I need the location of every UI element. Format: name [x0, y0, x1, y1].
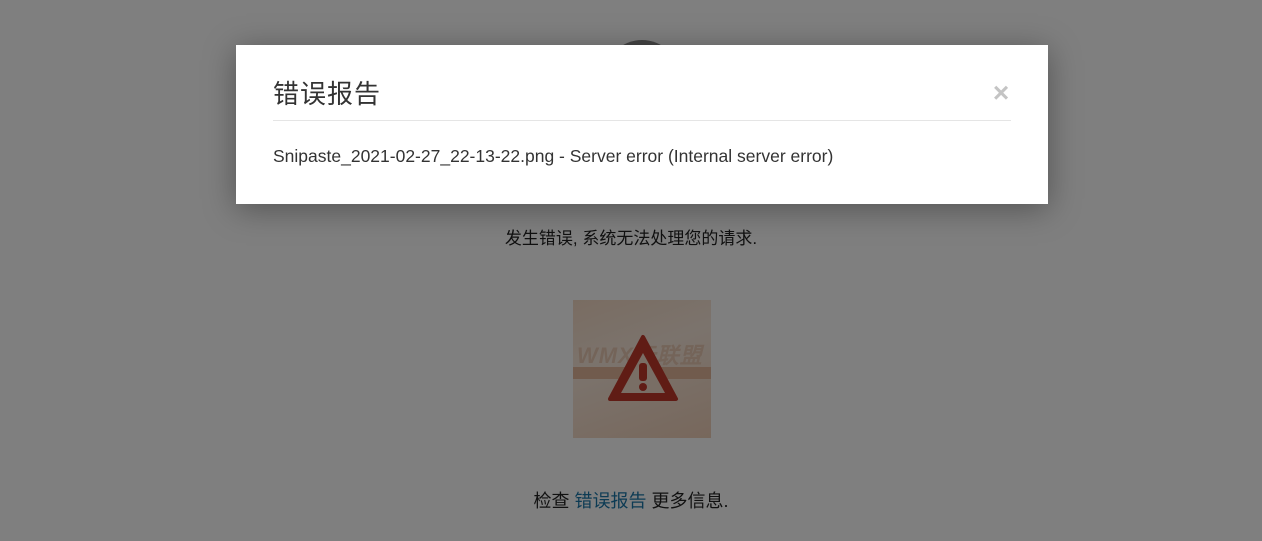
- dialog-title: 错误报告: [273, 79, 382, 109]
- dialog-header: 错误报告 ×: [273, 75, 1011, 121]
- error-report-dialog: 错误报告 × Snipaste_2021-02-27_22-13-22.png …: [236, 45, 1048, 204]
- close-icon[interactable]: ×: [991, 79, 1011, 107]
- error-message: Snipaste_2021-02-27_22-13-22.png - Serve…: [273, 146, 834, 166]
